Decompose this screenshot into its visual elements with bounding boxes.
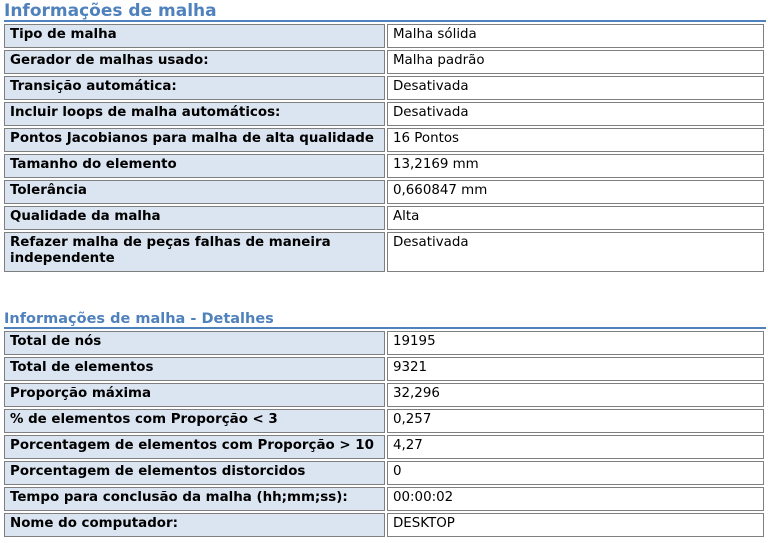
row-label: Nome do computador: [4,513,385,537]
table-row: Incluir loops de malha automáticos: Desa… [4,102,764,126]
row-label: Tamanho do elemento [4,154,385,178]
row-label: Total de elementos [4,357,385,381]
row-label: Refazer malha de peças falhas de maneira… [4,232,385,272]
row-value: Desativada [387,102,764,126]
table-row: Nome do computador: DESKTOP [4,513,764,537]
row-value: 0,660847 mm [387,180,764,204]
table-row: Pontos Jacobianos para malha de alta qua… [4,128,764,152]
row-label: Tolerância [4,180,385,204]
row-value: 9321 [387,357,764,381]
mesh-info-title: Informações de malha [4,0,766,22]
mesh-info-table: Tipo de malha Malha sólida Gerador de ma… [2,22,766,274]
row-label: Gerador de malhas usado: [4,50,385,74]
row-value: Desativada [387,76,764,100]
table-row: Total de nós 19195 [4,331,764,355]
table-row: Porcentagem de elementos com Proporção >… [4,435,764,459]
row-value: Alta [387,206,764,230]
table-row: Proporção máxima 32,296 [4,383,764,407]
table-row: % de elementos com Proporção < 3 0,257 [4,409,764,433]
row-label: Total de nós [4,331,385,355]
row-value: 13,2169 mm [387,154,764,178]
table-row: Refazer malha de peças falhas de maneira… [4,232,764,272]
row-value: 19195 [387,331,764,355]
table-row: Transição automática: Desativada [4,76,764,100]
mesh-details-table: Total de nós 19195 Total de elementos 93… [2,329,766,539]
row-value: Desativada [387,232,764,272]
table-row: Tempo para conclusão da malha (hh;mm;ss)… [4,487,764,511]
row-label: % de elementos com Proporção < 3 [4,409,385,433]
row-label: Tempo para conclusão da malha (hh;mm;ss)… [4,487,385,511]
row-label: Transição automática: [4,76,385,100]
row-label: Pontos Jacobianos para malha de alta qua… [4,128,385,152]
table-row: Gerador de malhas usado: Malha padrão [4,50,764,74]
row-value: 16 Pontos [387,128,764,152]
table-row: Porcentagem de elementos distorcidos 0 [4,461,764,485]
row-label: Proporção máxima [4,383,385,407]
row-value: Malha sólida [387,24,764,48]
row-value: 0 [387,461,764,485]
row-value: 00:00:02 [387,487,764,511]
row-value: Malha padrão [387,50,764,74]
table-row: Total de elementos 9321 [4,357,764,381]
row-value: 32,296 [387,383,764,407]
row-label: Porcentagem de elementos com Proporção >… [4,435,385,459]
table-row: Tipo de malha Malha sólida [4,24,764,48]
row-value: 0,257 [387,409,764,433]
row-label: Porcentagem de elementos distorcidos [4,461,385,485]
mesh-details-title: Informações de malha - Detalhes [4,310,766,329]
table-row: Tolerância 0,660847 mm [4,180,764,204]
row-value: 4,27 [387,435,764,459]
row-value: DESKTOP [387,513,764,537]
table-row: Tamanho do elemento 13,2169 mm [4,154,764,178]
mesh-info-section: Informações de malha Tipo de malha Malha… [4,0,766,274]
row-label: Qualidade da malha [4,206,385,230]
mesh-details-section: Informações de malha - Detalhes Total de… [4,310,766,539]
table-row: Qualidade da malha Alta [4,206,764,230]
row-label: Incluir loops de malha automáticos: [4,102,385,126]
row-label: Tipo de malha [4,24,385,48]
